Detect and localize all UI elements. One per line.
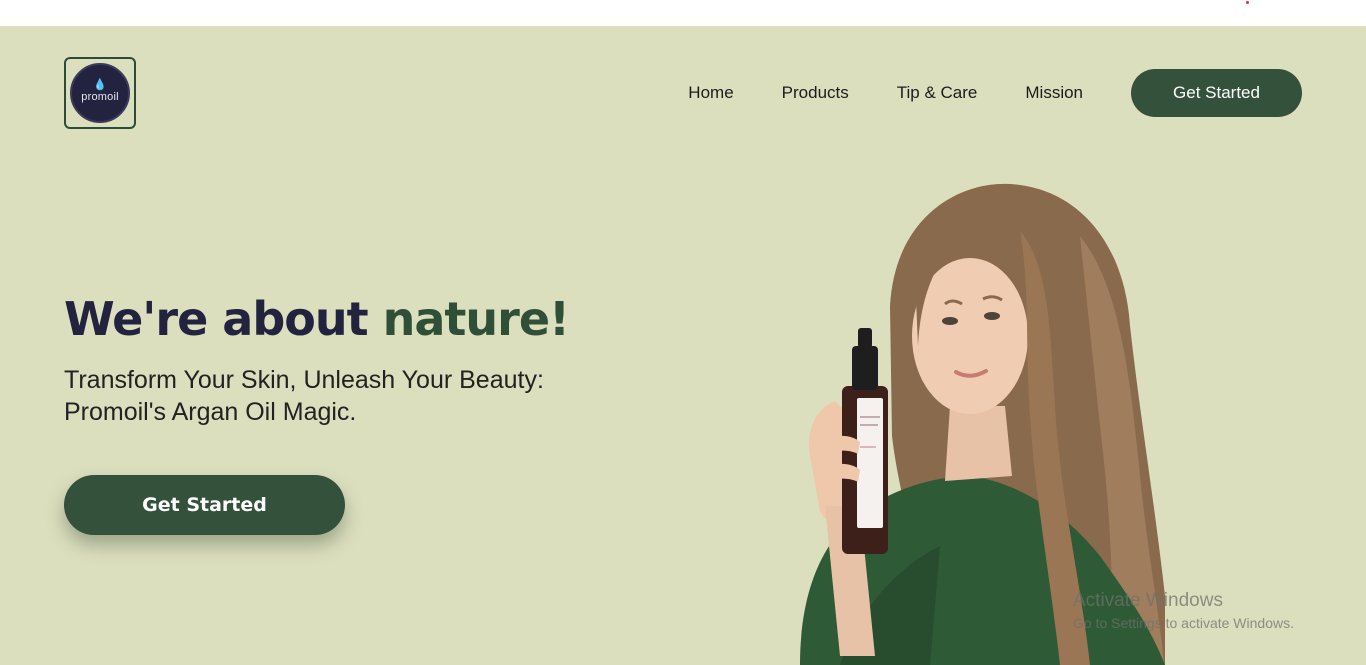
headline-accent: nature! bbox=[382, 292, 570, 346]
oil-drop-icon: 💧 bbox=[93, 77, 107, 91]
subtitle-line-2: Promoil's Argan Oil Magic. bbox=[64, 398, 357, 426]
headline-main: We're about bbox=[64, 292, 383, 346]
brand-logo[interactable]: 💧 promoil bbox=[64, 57, 136, 129]
hero-get-started-button[interactable]: Get Started bbox=[64, 475, 345, 535]
watermark-subtitle: Go to Settings to activate Windows. bbox=[1073, 615, 1294, 631]
notification-dot bbox=[1246, 1, 1249, 4]
hero-section: 💧 promoil Home Products Tip & Care Missi… bbox=[0, 26, 1366, 665]
logo-text: promoil bbox=[81, 90, 119, 103]
nav-get-started-button[interactable]: Get Started bbox=[1131, 69, 1302, 117]
browser-top-strip bbox=[0, 0, 1366, 26]
subtitle-line-1: Transform Your Skin, Unleash Your Beauty… bbox=[64, 366, 544, 394]
nav-link-mission[interactable]: Mission bbox=[1025, 83, 1083, 103]
hero-subtitle: Transform Your Skin, Unleash Your Beauty… bbox=[64, 364, 624, 428]
main-nav: Home Products Tip & Care Mission Get Sta… bbox=[688, 69, 1302, 117]
nav-link-home[interactable]: Home bbox=[688, 83, 733, 103]
watermark-title: Activate Windows bbox=[1073, 590, 1223, 611]
windows-activation-watermark: Activate Windows Go to Settings to activ… bbox=[1073, 590, 1294, 634]
nav-link-tip-care[interactable]: Tip & Care bbox=[897, 83, 978, 103]
logo-badge: 💧 promoil bbox=[70, 63, 130, 123]
hero-headline: We're about nature! bbox=[64, 292, 570, 346]
nav-link-products[interactable]: Products bbox=[782, 83, 849, 103]
